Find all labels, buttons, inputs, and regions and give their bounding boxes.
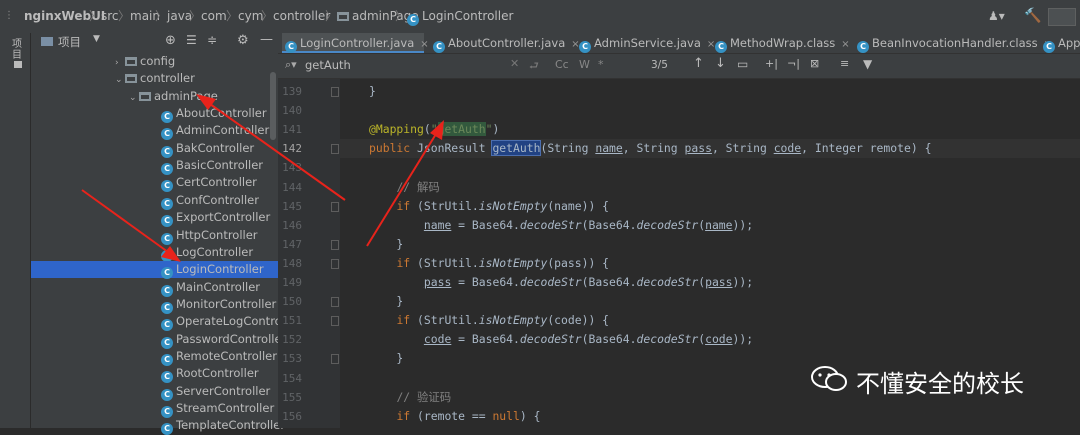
annotation-arrow-1 (196, 94, 346, 201)
annotation-arrow-3 (366, 120, 444, 247)
watermark-text: 不懂安全的校长 (856, 370, 1024, 398)
annotation-arrow-2 (81, 189, 181, 262)
wechat-logo-icon (811, 366, 847, 391)
